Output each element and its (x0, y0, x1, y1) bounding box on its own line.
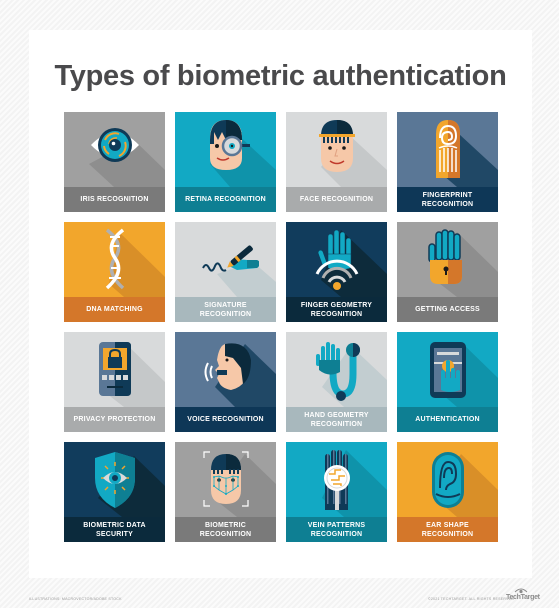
eye-icon (91, 128, 139, 162)
face-icon (319, 120, 355, 172)
tile-signature-recognition: SIGNATURE RECOGNITION (175, 222, 276, 322)
tile-label-band: GETTING ACCESS (397, 297, 498, 322)
tile-label-band: RETINA RECOGNITION (175, 187, 276, 212)
tile-face-recognition: FACE RECOGNITION (286, 112, 387, 212)
hand-veins-icon (324, 450, 350, 510)
tile-label: EAR SHAPE RECOGNITION (421, 521, 474, 538)
tile-label: BIOMETRIC DATA SECURITY (83, 521, 146, 538)
eye-logo-icon (514, 588, 528, 594)
pen-signature-icon (202, 245, 259, 272)
tile-grid: IRIS RECOGNITION RETINA RECOGNITION FACE… (64, 112, 498, 542)
tile-biometric-data-security: BIOMETRIC DATA SECURITY (64, 442, 165, 542)
tile-label-band: VOICE RECOGNITION (175, 407, 276, 432)
tile-label: AUTHENTICATION (415, 416, 480, 423)
tile-label-band: FACE RECOGNITION (286, 187, 387, 212)
tile-label: IRIS RECOGNITION (80, 196, 149, 203)
shield-eye-icon (95, 452, 135, 508)
tile-label: PRIVACY PROTECTION (73, 416, 156, 423)
illustration-credit: ILLUSTRATIONS: MACROVECTOR/ADOBE STOCK (29, 597, 122, 601)
tile-getting-access: GETTING ACCESS (397, 222, 498, 322)
tile-ear-shape-recognition: EAR SHAPE RECOGNITION (397, 442, 498, 542)
tile-iris-recognition: IRIS RECOGNITION (64, 112, 165, 212)
copyright-notice: ©2021 TECHTARGET. ALL RIGHTS RESERVED (428, 597, 515, 601)
phone-touch-icon (430, 342, 466, 398)
tile-biometric-recognition: BIOMETRIC RECOGNITION (175, 442, 276, 542)
tile-label-band: SIGNATURE RECOGNITION (175, 297, 276, 322)
tile-label-band: BIOMETRIC RECOGNITION (175, 517, 276, 542)
hand-scan-icon (315, 229, 359, 290)
tile-label: FINGERPRINT RECOGNITION (421, 191, 474, 208)
magnifier-face-icon (210, 120, 250, 170)
face-mesh-icon (203, 451, 249, 507)
techtarget-logo: TechTarget (506, 587, 540, 605)
tile-label: SIGNATURE RECOGNITION (199, 301, 252, 318)
tile-label-band: AUTHENTICATION (397, 407, 498, 432)
tile-voice-recognition: VOICE RECOGNITION (175, 332, 276, 432)
tile-label-band: VEIN PATTERNS RECOGNITION (286, 517, 387, 542)
dna-icon (105, 228, 125, 290)
tile-label-band: FINGER GEOMETRY RECOGNITION (286, 297, 387, 322)
tile-label: DNA MATCHING (86, 306, 143, 313)
tile-label: VEIN PATTERNS RECOGNITION (307, 521, 366, 538)
tile-label-band: PRIVACY PROTECTION (64, 407, 165, 432)
tile-label: HAND GEOMETRY RECOGNITION (304, 411, 369, 428)
tile-privacy-protection: PRIVACY PROTECTION (64, 332, 165, 432)
page-title: Types of biometric authentication (54, 60, 507, 92)
ear-icon (432, 452, 464, 508)
tile-label-band: HAND GEOMETRY RECOGNITION (286, 407, 387, 432)
tile-fingerprint-recognition: FINGERPRINT RECOGNITION (397, 112, 498, 212)
tile-label-band: EAR SHAPE RECOGNITION (397, 517, 498, 542)
tile-label: RETINA RECOGNITION (185, 196, 266, 203)
tile-authentication: AUTHENTICATION (397, 332, 498, 432)
infographic-card: Types of biometric authentication IRIS R… (29, 30, 532, 578)
tile-label-band: FINGERPRINT RECOGNITION (397, 187, 498, 212)
logo-text: TechTarget (506, 594, 540, 601)
phone-lock-icon (99, 342, 131, 396)
voice-face-icon (204, 343, 251, 390)
tile-label-band: BIOMETRIC DATA SECURITY (64, 517, 165, 542)
tile-label: FACE RECOGNITION (299, 196, 374, 203)
tile-label: VOICE RECOGNITION (187, 416, 264, 423)
tile-dna-matching: DNA MATCHING (64, 222, 165, 322)
tile-label: FINGER GEOMETRY RECOGNITION (300, 301, 373, 318)
tile-retina-recognition: RETINA RECOGNITION (175, 112, 276, 212)
tile-label-band: DNA MATCHING (64, 297, 165, 322)
tile-label: GETTING ACCESS (415, 306, 480, 313)
hand-lock-icon (428, 229, 462, 284)
tile-vein-patterns-recognition: VEIN PATTERNS RECOGNITION (286, 442, 387, 542)
tile-label-band: IRIS RECOGNITION (64, 187, 165, 212)
fingerprint-icon (436, 120, 460, 178)
tile-label: BIOMETRIC RECOGNITION (199, 521, 252, 538)
tile-finger-geometry-recognition: FINGER GEOMETRY RECOGNITION (286, 222, 387, 322)
hand-geometry-icon (316, 342, 360, 401)
tile-hand-geometry-recognition: HAND GEOMETRY RECOGNITION (286, 332, 387, 432)
